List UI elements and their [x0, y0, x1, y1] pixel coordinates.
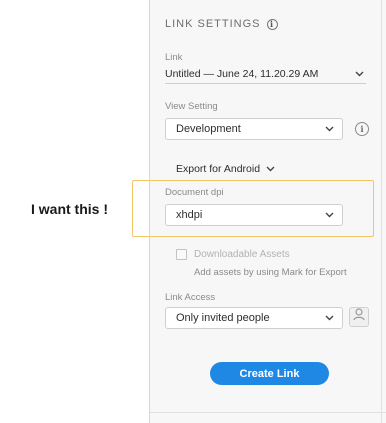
- user-icon: [353, 308, 365, 326]
- section-title: LINK SETTINGS i: [165, 18, 278, 30]
- section-title-text: LINK SETTINGS: [165, 18, 261, 30]
- panel-scroll-edge: [381, 0, 386, 423]
- info-icon[interactable]: i: [266, 18, 278, 30]
- link-access-value: Only invited people: [176, 312, 270, 324]
- downloadable-assets-hint: Add assets by using Mark for Export: [194, 267, 347, 278]
- create-link-button[interactable]: Create Link: [210, 362, 329, 385]
- link-access-label: Link Access: [165, 292, 216, 303]
- chevron-down-icon: [325, 315, 334, 321]
- downloadable-assets-checkbox[interactable]: [176, 249, 187, 260]
- view-setting-label: View Setting: [165, 101, 218, 112]
- link-access-select[interactable]: Only invited people: [165, 307, 343, 329]
- divider: [150, 412, 386, 413]
- canvas-area: I want this !: [0, 0, 149, 423]
- link-select[interactable]: Untitled — June 24, 11.20.29 AM: [165, 64, 366, 84]
- view-setting-info-icon[interactable]: i: [355, 122, 369, 136]
- export-platform-label: Export for Android: [176, 163, 261, 175]
- export-platform-dropdown[interactable]: Export for Android: [176, 163, 275, 175]
- link-label: Link: [165, 52, 183, 63]
- downloadable-assets-row: Downloadable Assets: [176, 249, 290, 260]
- chevron-down-icon: [355, 71, 364, 77]
- chevron-down-icon: [325, 126, 334, 132]
- annotation-text: I want this !: [31, 201, 108, 217]
- highlight-annotation-box: [132, 180, 374, 237]
- invite-user-button[interactable]: [349, 307, 369, 327]
- chevron-down-icon: [266, 166, 275, 172]
- link-select-value: Untitled — June 24, 11.20.29 AM: [165, 67, 319, 80]
- view-setting-select[interactable]: Development: [165, 118, 343, 140]
- downloadable-assets-label: Downloadable Assets: [194, 249, 290, 260]
- view-setting-value: Development: [176, 123, 241, 135]
